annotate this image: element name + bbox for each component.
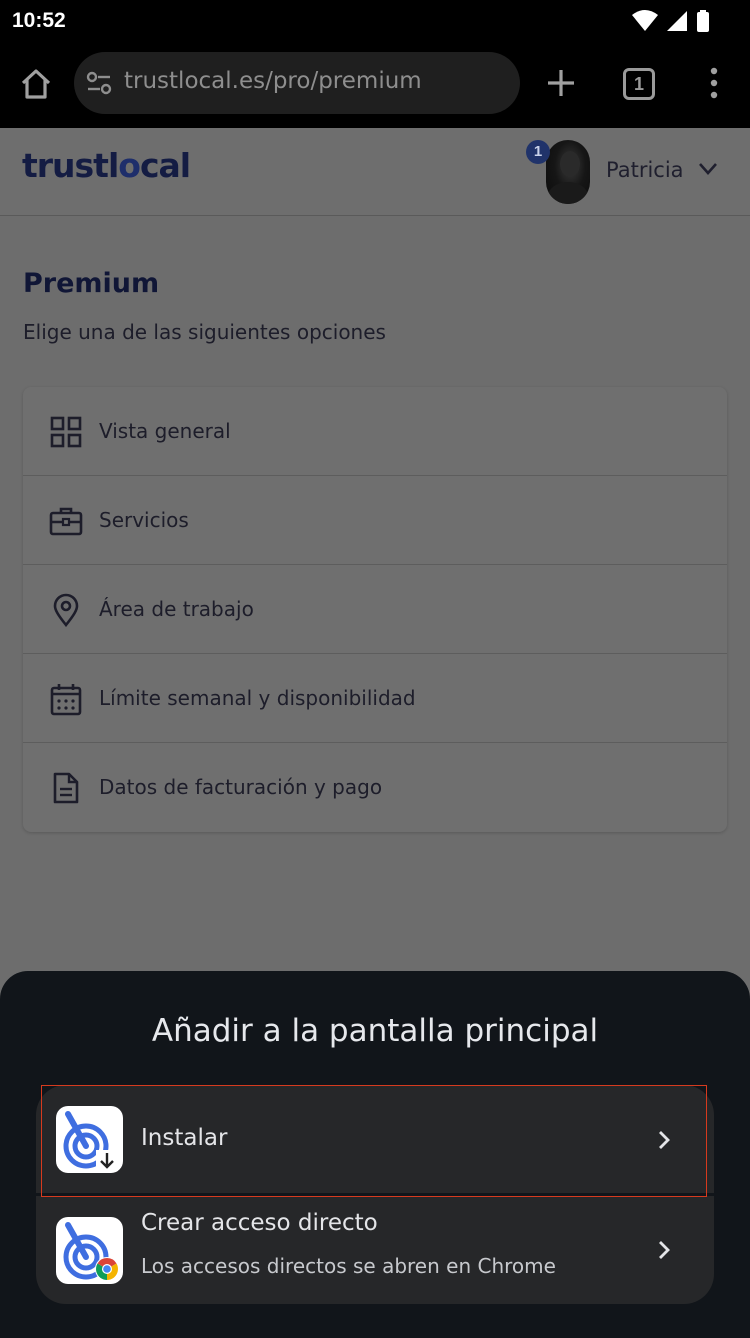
- app-icon: [56, 1106, 123, 1173]
- sheet-options: Instalar Crear acceso directo Los acceso…: [36, 1085, 714, 1304]
- menu-item-label: Servicios: [99, 508, 189, 532]
- chevron-right-icon: [659, 1131, 670, 1149]
- browser-toolbar: trustlocal.es/pro/premium 1: [0, 44, 750, 128]
- trustlocal-logo[interactable]: trustlocal: [22, 146, 191, 185]
- chevron-right-icon: [659, 1241, 670, 1259]
- site-settings-icon[interactable]: [86, 71, 112, 95]
- avatar-image: [548, 151, 588, 204]
- app-icon: [56, 1217, 123, 1284]
- menu-item-label: Límite semanal y disponibilidad: [99, 686, 416, 710]
- briefcase-icon: [49, 507, 83, 536]
- logo-prefix: trustl: [22, 146, 119, 185]
- page-subtitle: Elige una de las siguientes opciones: [23, 320, 386, 344]
- menu-item-vista-general[interactable]: Vista general: [23, 387, 727, 476]
- create-shortcut-option[interactable]: Crear acceso directo Los accesos directo…: [36, 1196, 714, 1304]
- location-pin-icon: [53, 593, 79, 627]
- logo-middle: o: [118, 146, 141, 185]
- sheet-title: Añadir a la pantalla principal: [151, 1013, 599, 1049]
- more-options-icon[interactable]: [702, 66, 726, 100]
- calendar-icon: [50, 684, 82, 716]
- url-text[interactable]: trustlocal.es/pro/premium: [124, 68, 422, 94]
- tab-switcher-button[interactable]: 1: [623, 68, 655, 100]
- signal-icon: [667, 11, 687, 31]
- new-tab-icon[interactable]: [544, 66, 578, 100]
- trustlocal-shortcut-icon: [63, 1222, 119, 1281]
- menu-item-area-de-trabajo[interactable]: Área de trabajo: [23, 565, 727, 654]
- logo-suffix: cal: [139, 146, 191, 185]
- grid-icon: [50, 416, 82, 448]
- menu-item-servicios[interactable]: Servicios: [23, 476, 727, 565]
- document-icon: [53, 772, 79, 804]
- install-label: Instalar: [141, 1125, 228, 1151]
- install-option[interactable]: Instalar: [36, 1085, 714, 1193]
- battery-icon: [697, 10, 709, 32]
- avatar[interactable]: [546, 140, 590, 204]
- status-time: 10:52: [12, 9, 66, 32]
- trustlocal-app-icon: [63, 1111, 118, 1172]
- menu-item-label: Datos de facturación y pago: [99, 775, 383, 799]
- chevron-down-icon[interactable]: [698, 161, 718, 177]
- menu-item-datos-facturacion[interactable]: Datos de facturación y pago: [23, 743, 727, 832]
- user-name[interactable]: Patricia: [606, 158, 684, 182]
- wifi-icon: [632, 10, 658, 31]
- menu-item-limite-semanal[interactable]: Límite semanal y disponibilidad: [23, 654, 727, 743]
- add-to-home-screen-sheet: Añadir a la pantalla principal Instalar: [0, 971, 750, 1338]
- options-menu: Vista general Servicios Área de trabajo …: [23, 387, 727, 832]
- status-icons: [632, 10, 710, 32]
- create-shortcut-sublabel: Los accesos directos se abren en Chrome: [141, 1254, 556, 1278]
- status-bar: 10:52: [0, 0, 750, 44]
- create-shortcut-label: Crear acceso directo: [141, 1210, 378, 1236]
- menu-item-label: Vista general: [99, 419, 231, 443]
- notification-badge[interactable]: 1: [526, 140, 550, 164]
- page-title: Premium: [23, 268, 160, 299]
- address-bar[interactable]: trustlocal.es/pro/premium: [74, 52, 520, 114]
- site-header: trustlocal 1 Patricia: [0, 128, 750, 216]
- menu-item-label: Área de trabajo: [99, 597, 254, 621]
- home-icon[interactable]: [18, 66, 54, 102]
